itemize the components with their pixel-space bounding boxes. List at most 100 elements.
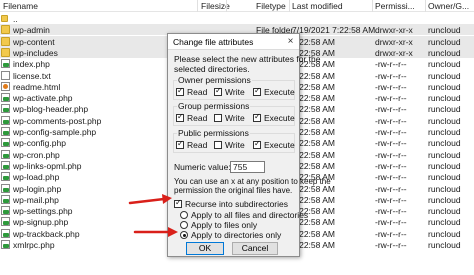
public-write-label: Write (225, 140, 245, 150)
file-modified: 7/19/2021 7:22:58 AM (292, 25, 376, 36)
folder-icon (1, 47, 10, 57)
file-permissions: -rw-r--r-- (375, 206, 407, 217)
apply-files-radio[interactable] (180, 221, 188, 229)
file-name: wp-config-sample.php (13, 127, 97, 137)
file-name: wp-mail.php (13, 194, 59, 205)
numeric-value-label: Numeric value: (174, 162, 231, 172)
owner-read-label: Read (187, 87, 208, 97)
file-name: wp-config.php (13, 138, 66, 149)
file-permissions: -rw-r--r-- (375, 93, 407, 104)
php-file-icon (1, 115, 10, 125)
file-name: readme.html (13, 81, 61, 92)
file-permissions: -rw-r--r-- (375, 138, 407, 149)
php-file-icon (1, 217, 10, 227)
file-name: index.php (13, 59, 50, 70)
file-owner: runcloud (428, 47, 461, 58)
folder-up-icon (1, 15, 8, 22)
file-owner: runcloud (428, 115, 461, 126)
php-file-icon (1, 104, 10, 114)
file-name: wp-cron.php (13, 149, 60, 160)
apply-directories-radio[interactable] (180, 231, 188, 239)
owner-write-checkbox[interactable] (214, 86, 222, 96)
file-name: wp-includes (13, 47, 58, 58)
column-divider[interactable] (226, 0, 227, 12)
file-permissions: drwxr-xr-x (375, 36, 413, 47)
list-header: Filename Filesize Filetype Last modified… (0, 0, 474, 12)
file-owner: runcloud (428, 127, 461, 137)
column-header-permissions[interactable]: Permissi... (375, 1, 415, 11)
php-file-icon (1, 93, 10, 103)
apply-files-label: Apply to files only (191, 220, 258, 230)
file-permissions: -rw-r--r-- (375, 172, 407, 183)
php-file-icon (1, 127, 10, 136)
php-file-icon (1, 228, 10, 238)
file-owner: runcloud (428, 81, 461, 92)
file-name: wp-load.php (13, 172, 60, 183)
file-owner: runcloud (428, 59, 461, 70)
php-file-icon (1, 160, 10, 170)
column-divider[interactable] (372, 0, 373, 12)
file-owner: runcloud (428, 206, 461, 217)
file-name: wp-settings.php (13, 206, 73, 217)
public-execute-label: Execute (264, 140, 295, 150)
owner-execute-checkbox[interactable] (253, 86, 261, 96)
file-permissions: -rw-r--r-- (375, 194, 407, 205)
annotation-arrow-directories (133, 227, 178, 237)
text-file-icon (1, 70, 10, 80)
php-file-icon (1, 149, 10, 159)
file-permissions: -rw-r--r-- (375, 149, 407, 160)
close-icon[interactable]: × (285, 36, 296, 47)
dialog-description-line2: selected directories. (174, 64, 250, 74)
public-write-checkbox[interactable] (214, 141, 222, 149)
file-owner: runcloud (428, 70, 461, 81)
column-header-filename[interactable]: Filename (3, 1, 38, 11)
group-execute-checkbox[interactable] (253, 112, 261, 122)
apply-directories-label: Apply to directories only (191, 230, 282, 240)
php-file-icon (1, 206, 10, 216)
file-name: wp-login.php (13, 183, 62, 194)
ok-button[interactable]: OK (186, 242, 224, 255)
php-file-icon (1, 183, 10, 193)
php-file-icon (1, 59, 10, 69)
file-owner: runcloud (428, 36, 461, 47)
file-owner: runcloud (428, 138, 461, 149)
public-read-label: Read (187, 140, 208, 150)
recurse-checkbox[interactable] (174, 198, 182, 208)
public-read-checkbox[interactable] (176, 139, 184, 149)
column-divider[interactable] (425, 0, 426, 12)
file-owner: runcloud (428, 149, 461, 160)
group-read-label: Read (187, 113, 208, 123)
file-owner: runcloud (428, 194, 461, 205)
column-divider[interactable] (289, 0, 290, 12)
folder-icon (1, 25, 10, 35)
public-execute-checkbox[interactable] (253, 139, 261, 149)
change-file-attributes-dialog: Change file attributes × Please select t… (167, 33, 331, 257)
column-header-filetype[interactable]: Filetype (256, 1, 286, 11)
html-file-icon (1, 81, 10, 91)
dialog-description-line1: Please select the new attributes for the (174, 54, 321, 64)
file-permissions: -rw-r--r-- (375, 217, 407, 228)
file-name: license.txt (13, 70, 51, 81)
owner-execute-label: Execute (264, 87, 295, 97)
apply-all-radio[interactable] (180, 211, 188, 219)
dialog-title: Change file attributes (173, 37, 254, 47)
column-header-last-modified[interactable]: Last modified (292, 1, 343, 11)
file-permissions: -rw-r--r-- (375, 59, 407, 70)
file-row[interactable]: .. (0, 13, 474, 24)
php-file-icon (1, 172, 10, 182)
cancel-button[interactable]: Cancel (232, 242, 278, 255)
owner-read-checkbox[interactable] (176, 86, 184, 96)
column-divider[interactable] (197, 0, 198, 12)
file-name: wp-activate.php (13, 93, 73, 104)
file-name: wp-comments-post.php (13, 115, 102, 126)
group-write-checkbox[interactable] (214, 114, 222, 122)
file-name: .. (13, 14, 18, 24)
group-execute-label: Execute (264, 113, 295, 123)
column-header-owner[interactable]: Owner/G... (428, 1, 469, 11)
file-name: wp-content (13, 36, 55, 47)
file-name: wp-admin (13, 25, 50, 36)
numeric-value-input[interactable]: 755 (230, 161, 265, 173)
file-owner: runcloud (428, 183, 461, 194)
group-read-checkbox[interactable] (176, 112, 184, 122)
file-name: wp-blog-header.php (13, 104, 89, 115)
